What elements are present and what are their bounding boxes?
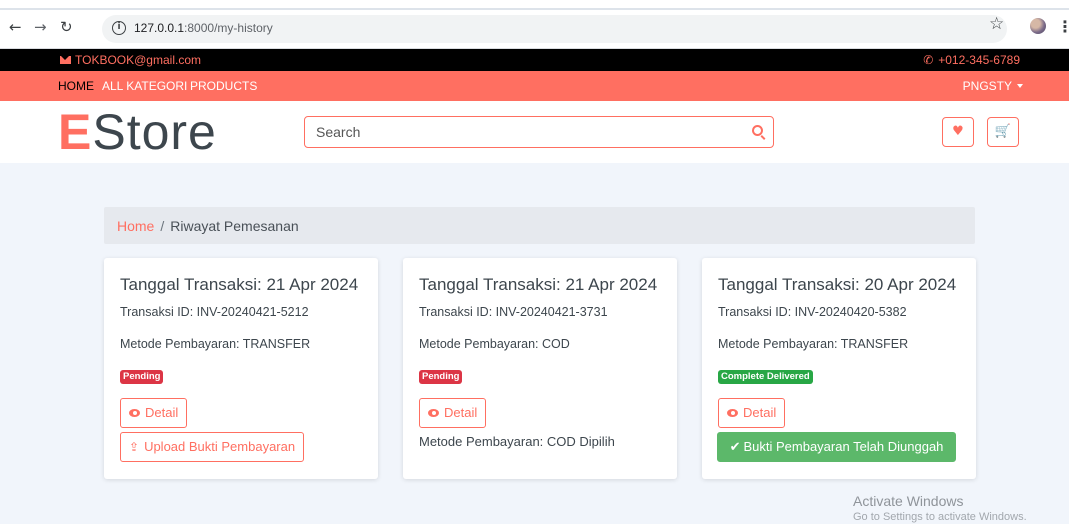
status-badge: Pending	[419, 370, 463, 384]
detail-button[interactable]: Detail	[120, 398, 188, 428]
status-badge: Pending	[120, 370, 164, 384]
wishlist-button[interactable]: ♥	[942, 117, 974, 147]
check-icon: ✔	[729, 440, 741, 455]
address-bar[interactable]: i 127.0.0.1:8000/my-history	[102, 15, 1007, 43]
breadcrumb-separator: /	[160, 218, 165, 234]
upload-icon: ⇪	[129, 440, 140, 454]
back-icon[interactable]: ←	[9, 18, 22, 36]
order-date: Tanggal Transaksi: 21 Apr 2024	[120, 275, 359, 294]
order-transaction-id: Transaksi ID: INV-20240420-5382	[718, 305, 907, 319]
status-badge: Complete Delivered	[718, 370, 813, 384]
order-card: Tanggal Transaksi: 21 Apr 2024 Transaksi…	[403, 258, 677, 479]
order-card: Tanggal Transaksi: 20 Apr 2024 Transaksi…	[702, 258, 976, 479]
browser-toolbar: ← → ↻ i 127.0.0.1:8000/my-history ☆ ⋮	[0, 0, 1069, 49]
nav-all-kategori[interactable]: ALL KATEGORI	[102, 79, 187, 93]
contact-phone[interactable]: ✆ +012-345-6789	[923, 53, 1020, 67]
profile-avatar[interactable]	[1030, 18, 1046, 34]
order-transaction-id: Transaksi ID: INV-20240421-5212	[120, 305, 309, 319]
browser-menu-icon[interactable]: ⋮	[1057, 17, 1069, 36]
upload-payment-proof-button[interactable]: ⇪ Upload Bukti Pembayaran	[120, 432, 305, 462]
payment-proof-uploaded-button[interactable]: ✔ Bukti Pembayaran Telah Diunggah	[717, 432, 956, 462]
order-payment-method: Metode Pembayaran: COD	[419, 337, 570, 351]
nav-home[interactable]: HOME	[58, 79, 94, 93]
breadcrumb-current: Riwayat Pemesanan	[170, 218, 299, 234]
eye-icon	[129, 409, 140, 417]
contact-email[interactable]: TOKBOOK@gmail.com	[60, 53, 201, 67]
search-icon[interactable]	[752, 125, 763, 136]
url-text[interactable]: 127.0.0.1:8000/my-history	[134, 21, 273, 36]
windows-activation-watermark: Activate Windows Go to Settings to activ…	[853, 493, 1027, 524]
eye-icon	[727, 409, 738, 417]
order-card: Tanggal Transaksi: 21 Apr 2024 Transaksi…	[104, 258, 378, 479]
site-logo[interactable]: EStore	[58, 104, 217, 160]
main-navbar: HOME ALL KATEGORI PRODUCTS PNGSTY	[0, 71, 1069, 101]
bookmark-star-icon[interactable]: ☆	[989, 14, 1004, 34]
site-header: EStore ♥ 🛒	[0, 101, 1069, 163]
detail-button[interactable]: Detail	[718, 398, 786, 428]
search-input[interactable]	[305, 117, 745, 147]
search-bar	[304, 116, 774, 148]
order-date: Tanggal Transaksi: 20 Apr 2024	[718, 275, 957, 294]
order-transaction-id: Transaksi ID: INV-20240421-3731	[419, 305, 608, 319]
nav-products[interactable]: PRODUCTS	[190, 79, 257, 93]
breadcrumb-home[interactable]: Home	[117, 218, 154, 234]
order-payment-method: Metode Pembayaran: TRANSFER	[718, 337, 909, 351]
forward-icon[interactable]: →	[34, 18, 47, 36]
phone-icon: ✆	[923, 53, 934, 67]
cart-button[interactable]: 🛒	[987, 117, 1019, 147]
watermark-subtitle: Go to Settings to activate Windows.	[853, 511, 1027, 523]
shopping-cart-icon: 🛒	[994, 124, 1012, 139]
site-info-icon[interactable]: i	[112, 21, 126, 35]
cod-note: Metode Pembayaran: COD Dipilih	[419, 434, 615, 449]
heart-icon: ♥	[952, 124, 964, 139]
watermark-title: Activate Windows	[853, 493, 964, 509]
breadcrumb: Home / Riwayat Pemesanan	[104, 207, 975, 244]
user-dropdown[interactable]: PNGSTY	[963, 79, 1023, 93]
detail-button[interactable]: Detail	[419, 398, 487, 428]
tab-strip	[0, 8, 1069, 10]
envelope-icon	[60, 56, 71, 64]
order-payment-method: Metode Pembayaran: TRANSFER	[120, 337, 311, 351]
eye-icon	[428, 409, 439, 417]
caret-down-icon	[1017, 84, 1023, 88]
contact-bar: TOKBOOK@gmail.com ✆ +012-345-6789	[0, 49, 1069, 71]
order-date: Tanggal Transaksi: 21 Apr 2024	[419, 275, 658, 294]
reload-icon[interactable]: ↻	[60, 18, 73, 36]
